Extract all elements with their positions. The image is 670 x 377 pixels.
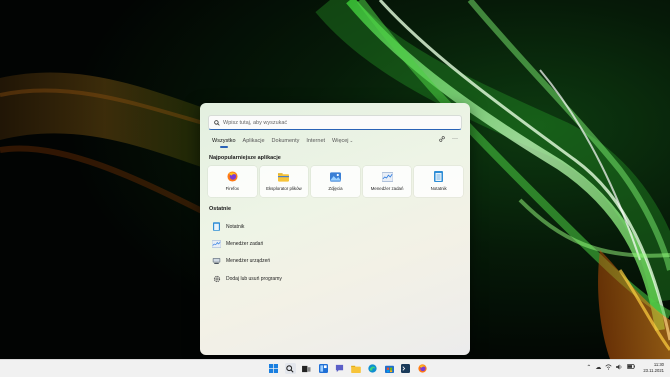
start-icon[interactable] bbox=[268, 363, 279, 374]
app-card-task-manager[interactable]: Menedżer zadań bbox=[362, 166, 412, 197]
app-card-file-explorer[interactable]: Eksplorator plików bbox=[259, 166, 309, 197]
tab-more-label: Więcej bbox=[332, 138, 349, 144]
recent-item-label: Notatnik bbox=[226, 223, 245, 230]
tray-icons: ⌃ ☁ bbox=[586, 363, 636, 372]
task-view-icon[interactable] bbox=[301, 363, 312, 374]
taskbar: ⌃ ☁ 11:30 23.11.2021 bbox=[0, 359, 670, 377]
search-box[interactable] bbox=[208, 115, 462, 130]
recent-item-device-manager[interactable]: Menedżer urządzeń bbox=[212, 253, 282, 270]
app-label: Zdjęcia bbox=[328, 186, 343, 191]
app-card-notepad[interactable]: Notatnik bbox=[414, 166, 463, 197]
task-manager-icon bbox=[212, 239, 221, 248]
more-options-button[interactable]: ··· bbox=[452, 136, 458, 144]
search-icon bbox=[214, 119, 220, 126]
tab-documents[interactable]: Dokumenty bbox=[272, 137, 300, 147]
recent-item-task-manager[interactable]: Menedżer zadań bbox=[212, 235, 282, 252]
chat-icon[interactable] bbox=[334, 363, 345, 374]
notepad-icon bbox=[212, 222, 221, 231]
app-label: Menedżer zadań bbox=[370, 186, 404, 191]
gear-icon bbox=[212, 274, 221, 283]
app-label: Notatnik bbox=[430, 186, 447, 191]
app-card-firefox[interactable]: Firefox bbox=[208, 166, 257, 197]
app-label: Eksplorator plików bbox=[266, 186, 302, 191]
tab-tools: ··· bbox=[439, 136, 458, 144]
clock[interactable]: 11:30 23.11.2021 bbox=[643, 362, 664, 373]
tab-web[interactable]: Internet bbox=[306, 137, 325, 147]
top-apps-row: Firefox Eksplorator plików Zdjęcia Mened… bbox=[208, 166, 463, 197]
system-tray: ⌃ ☁ 11:30 23.11.2021 bbox=[586, 362, 664, 373]
share-icon[interactable] bbox=[439, 136, 445, 144]
edge-icon[interactable] bbox=[367, 363, 378, 374]
firefox-icon bbox=[227, 171, 238, 182]
chevron-down-icon: ⌄ bbox=[349, 138, 354, 143]
recent-item-label: Dodaj lub usuń programy bbox=[226, 275, 282, 282]
chevron-up-icon[interactable]: ⌃ bbox=[586, 364, 591, 372]
firefox-icon[interactable] bbox=[417, 363, 428, 374]
search-input[interactable] bbox=[223, 119, 461, 126]
store-icon[interactable] bbox=[384, 363, 395, 374]
recent-item-notepad[interactable]: Notatnik bbox=[212, 218, 282, 235]
recent-item-add-remove-programs[interactable]: Dodaj lub usuń programy bbox=[212, 270, 282, 287]
widgets-icon[interactable] bbox=[318, 363, 329, 374]
photos-icon bbox=[329, 171, 341, 182]
recent-item-label: Menedżer zadań bbox=[226, 240, 264, 247]
battery-icon[interactable] bbox=[627, 363, 636, 372]
search-tabs: Wszystko Aplikacje Dokumenty Internet Wi… bbox=[212, 137, 360, 148]
notepad-icon bbox=[433, 171, 444, 182]
volume-icon[interactable] bbox=[616, 364, 623, 372]
task-manager-icon bbox=[381, 171, 393, 182]
recent-item-label: Menedżer urządzeń bbox=[226, 258, 271, 265]
tab-all[interactable]: Wszystko bbox=[212, 137, 236, 148]
taskbar-icons bbox=[268, 363, 428, 374]
app-label: Firefox bbox=[225, 186, 239, 191]
file-explorer-icon[interactable] bbox=[351, 363, 362, 374]
tab-more[interactable]: Więcej⌄ bbox=[332, 137, 353, 147]
device-manager-icon bbox=[212, 257, 221, 266]
recent-title: Ostatnie bbox=[209, 206, 232, 212]
terminal-icon[interactable] bbox=[400, 363, 411, 374]
tab-apps[interactable]: Aplikacje bbox=[243, 137, 265, 147]
wifi-icon[interactable] bbox=[605, 363, 612, 372]
top-apps-title: Najpopularniejsze aplikacje bbox=[209, 155, 281, 161]
recent-list: Notatnik Menedżer zadań Menedżer urządze… bbox=[212, 218, 282, 287]
clock-date: 23.11.2021 bbox=[643, 367, 664, 373]
app-card-photos[interactable]: Zdjęcia bbox=[311, 166, 360, 197]
onedrive-icon[interactable]: ☁ bbox=[595, 364, 601, 372]
folder-icon bbox=[278, 171, 290, 182]
search-icon[interactable] bbox=[284, 363, 296, 374]
